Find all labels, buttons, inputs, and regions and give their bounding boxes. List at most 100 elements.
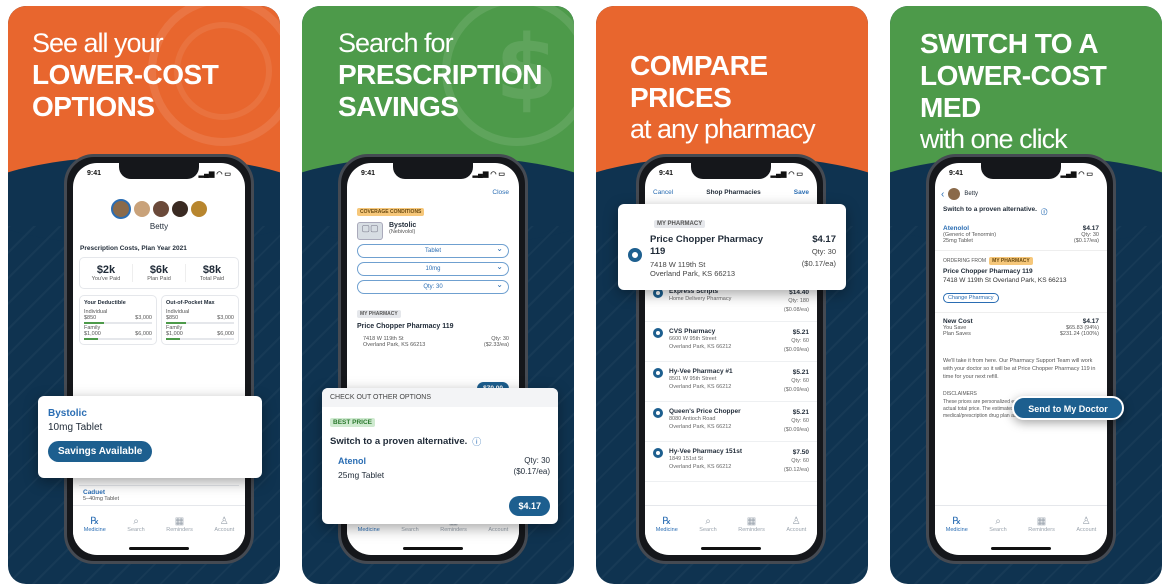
pharmacy-unit: ($0.09/ea) <box>783 387 809 393</box>
strength-select[interactable]: 10mg <box>357 261 509 276</box>
headline: SWITCH TO A LOWER-COST MED with one clic… <box>920 28 1152 155</box>
headline-bold: LOWER-COST OPTIONS <box>32 59 219 122</box>
pharmacy-address: Overland Park, KS 66212 <box>669 344 732 350</box>
drug-popup-card[interactable]: Bystolic 10mg Tablet Savings Available <box>38 396 262 478</box>
screenshot-card-lower-cost: See all your LOWER-COST OPTIONS 9:41 ▂▄▆ … <box>8 6 280 584</box>
list-item[interactable]: CVS Pharmacy 6600 W 95th Street Overland P… <box>645 322 817 362</box>
headline: COMPARE PRICES at any pharmacy <box>630 50 858 145</box>
progress-bar <box>84 322 152 324</box>
tab-label: Account <box>1076 527 1097 533</box>
cancel-link[interactable]: Cancel <box>653 189 673 196</box>
avatar[interactable] <box>153 201 169 217</box>
pharmacy-address: Overland Park, KS 66212 <box>669 464 732 470</box>
plan-saves-label: Plan Saves <box>943 331 971 337</box>
list-item[interactable]: Caduet 5–40mg Tablet <box>79 485 239 505</box>
rx-icon: ℞ <box>90 516 100 527</box>
avatar[interactable] <box>111 199 131 219</box>
status-time: 9:41 <box>87 170 102 177</box>
savings-available-button[interactable]: Savings Available <box>48 441 153 462</box>
save-link[interactable]: Save <box>794 189 809 196</box>
tab-label: Account <box>488 527 509 533</box>
drug-unit: ($0.17/ea) <box>1073 238 1099 244</box>
phone-notch <box>393 163 473 179</box>
coverage-chip: COVERAGE CONDITIONS <box>357 208 425 216</box>
alternative-popup-card[interactable]: CHECK OUT OTHER OPTIONS BEST PRICE Switc… <box>322 388 558 524</box>
pharmacy-price: $5.21 <box>792 329 809 336</box>
tab-search[interactable]: ⌕Search <box>699 516 716 533</box>
tab-medicine[interactable]: ℞Medicine <box>656 516 678 533</box>
value: $1,000 <box>166 331 183 337</box>
pharmacy-name: Price Chopper Pharmacy 119 <box>650 234 763 257</box>
tab-account[interactable]: ♙Account <box>214 516 234 533</box>
info-icon[interactable]: ⓘ <box>1041 206 1048 216</box>
progress-bar <box>166 322 234 324</box>
list-item[interactable]: Hy-Vee Pharmacy #1 8501 W 95th Street Over… <box>645 362 817 402</box>
pharmacy-qty: Qty: 30 <box>811 247 836 256</box>
screen-title: Switch to a proven alternative. <box>943 206 1037 213</box>
tab-search[interactable]: ⌕Search <box>989 516 1006 533</box>
pharmacy-name: Price Chopper Pharmacy 119 <box>943 268 1033 275</box>
title-row: Switch to a proven alternative. ⓘ <box>935 203 1107 219</box>
tab-medicine[interactable]: ℞Medicine <box>84 516 106 533</box>
send-to-my-doctor-button[interactable]: Send to My Doctor <box>1012 396 1124 420</box>
radio-button-selected[interactable] <box>628 248 642 262</box>
tab-account[interactable]: ♙Account <box>1076 516 1096 533</box>
radio-button[interactable] <box>653 408 663 418</box>
close-link[interactable]: Close <box>347 185 519 196</box>
pharmacy-qty: Qty: 60 <box>791 458 809 464</box>
avatar-row[interactable] <box>73 199 245 219</box>
quantity-select[interactable]: Qty: 30 <box>357 279 509 294</box>
tab-reminders[interactable]: ▦Reminders <box>166 516 193 533</box>
calendar-icon: ▦ <box>1036 516 1047 527</box>
stat-value: $6k <box>149 264 169 276</box>
nav-row: ‹ Betty <box>935 185 1107 203</box>
change-pharmacy-button[interactable]: Change Pharmacy <box>943 293 999 303</box>
back-chevron-icon[interactable]: ‹ <box>941 189 944 200</box>
avatar[interactable] <box>172 201 188 217</box>
tab-medicine[interactable]: ℞Medicine <box>946 516 968 533</box>
tab-label: Reminders <box>166 527 193 533</box>
tab-label: Reminders <box>440 527 467 533</box>
pharmacy-qty: Qty: 60 <box>791 338 809 344</box>
radio-button[interactable] <box>653 328 663 338</box>
calendar-icon: ▦ <box>746 516 757 527</box>
ordering-from-label: ORDERING FROM <box>943 258 987 264</box>
radio-button[interactable] <box>653 448 663 458</box>
best-price-badge: BEST PRICE <box>330 418 376 427</box>
stat-value: $8k <box>202 264 222 276</box>
headline-light: at any pharmacy <box>630 114 816 144</box>
person-icon: ♙ <box>219 516 229 527</box>
pharmacy-address2: Overland Park, KS 66213 <box>650 269 736 278</box>
phone-notch <box>119 163 199 179</box>
list-item[interactable]: Queen's Price Chopper 8080 Antioch Road Ov… <box>645 402 817 442</box>
my-pharmacy-badge: MY PHARMACY <box>654 220 706 228</box>
list-item[interactable]: Hy-Vee Pharmacy 151st 1849 151st St Overla… <box>645 442 817 482</box>
pharmacy-name: Hy-Vee Pharmacy #1 <box>669 368 733 375</box>
selected-pharmacy-card[interactable]: MY PHARMACY Price Chopper Pharmacy 119 7… <box>618 204 846 290</box>
pharmacy-name: Queen's Price Chopper <box>669 408 741 415</box>
tab-search[interactable]: ⌕Search <box>127 516 144 533</box>
support-note: We'll take it from here. Our Pharmacy Su… <box>943 358 1096 380</box>
radio-button[interactable] <box>653 368 663 378</box>
tab-label: Search <box>127 527 145 533</box>
plan-saves-value: $231.24 (100%) <box>1059 331 1099 337</box>
nav-bar: Cancel Shop Pharmacies Save <box>645 185 817 200</box>
rx-icon: ℞ <box>662 516 672 527</box>
drug-name: Atenolol <box>943 225 969 232</box>
avatar[interactable] <box>948 188 961 200</box>
info-icon[interactable]: ⓘ <box>472 435 481 448</box>
form-select[interactable]: Tablet <box>357 243 509 258</box>
drug-header: ▢▢ Bystolic (Nebivolol) <box>357 222 509 240</box>
avatar[interactable] <box>191 201 207 217</box>
pharmacy-address: 8080 Antioch Road <box>669 416 716 422</box>
tab-account[interactable]: ♙Account <box>786 516 806 533</box>
tab-label: Account <box>214 527 235 533</box>
tab-reminders[interactable]: ▦Reminders <box>738 516 765 533</box>
popup-drug-name: Atenol <box>338 456 366 466</box>
alternative-price-button[interactable]: $4.17 <box>509 496 550 516</box>
pharmacy-unit: ($0.12/ea) <box>783 467 809 473</box>
phone-frame: 9:41 ▂▄▆ ◠ ▭ Betty Prescription Costs, Pl… <box>64 154 254 564</box>
phone-screen: 9:41 ▂▄▆ ◠ ▭ ‹ Betty Switch to a proven a… <box>935 163 1107 555</box>
tab-reminders[interactable]: ▦Reminders <box>1028 516 1055 533</box>
avatar[interactable] <box>134 201 150 217</box>
